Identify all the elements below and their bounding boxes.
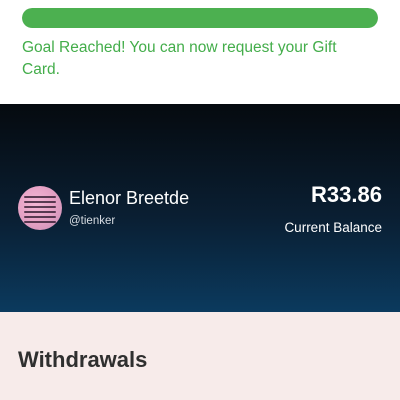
avatar-image-detail <box>24 216 56 218</box>
current-balance-amount: R33.86 <box>311 182 382 207</box>
avatar-image-detail <box>24 221 56 223</box>
avatar-image-detail <box>24 211 56 213</box>
avatar-image-detail <box>24 206 56 208</box>
withdrawals-heading: Withdrawals <box>18 347 148 372</box>
goal-progress-fill <box>22 8 378 28</box>
goal-progress-bar <box>22 8 378 28</box>
avatar-image-detail <box>24 196 56 198</box>
goal-reached-message: Goal Reached! You can now request your G… <box>22 39 337 78</box>
user-handle: @tienker <box>69 215 116 227</box>
goal-section: Goal Reached! You can now request your G… <box>0 0 400 104</box>
avatar-image-detail <box>24 201 56 203</box>
avatar[interactable] <box>18 186 62 230</box>
current-balance-label: Current Balance <box>284 220 382 235</box>
user-name: Elenor Breetde <box>69 188 190 208</box>
